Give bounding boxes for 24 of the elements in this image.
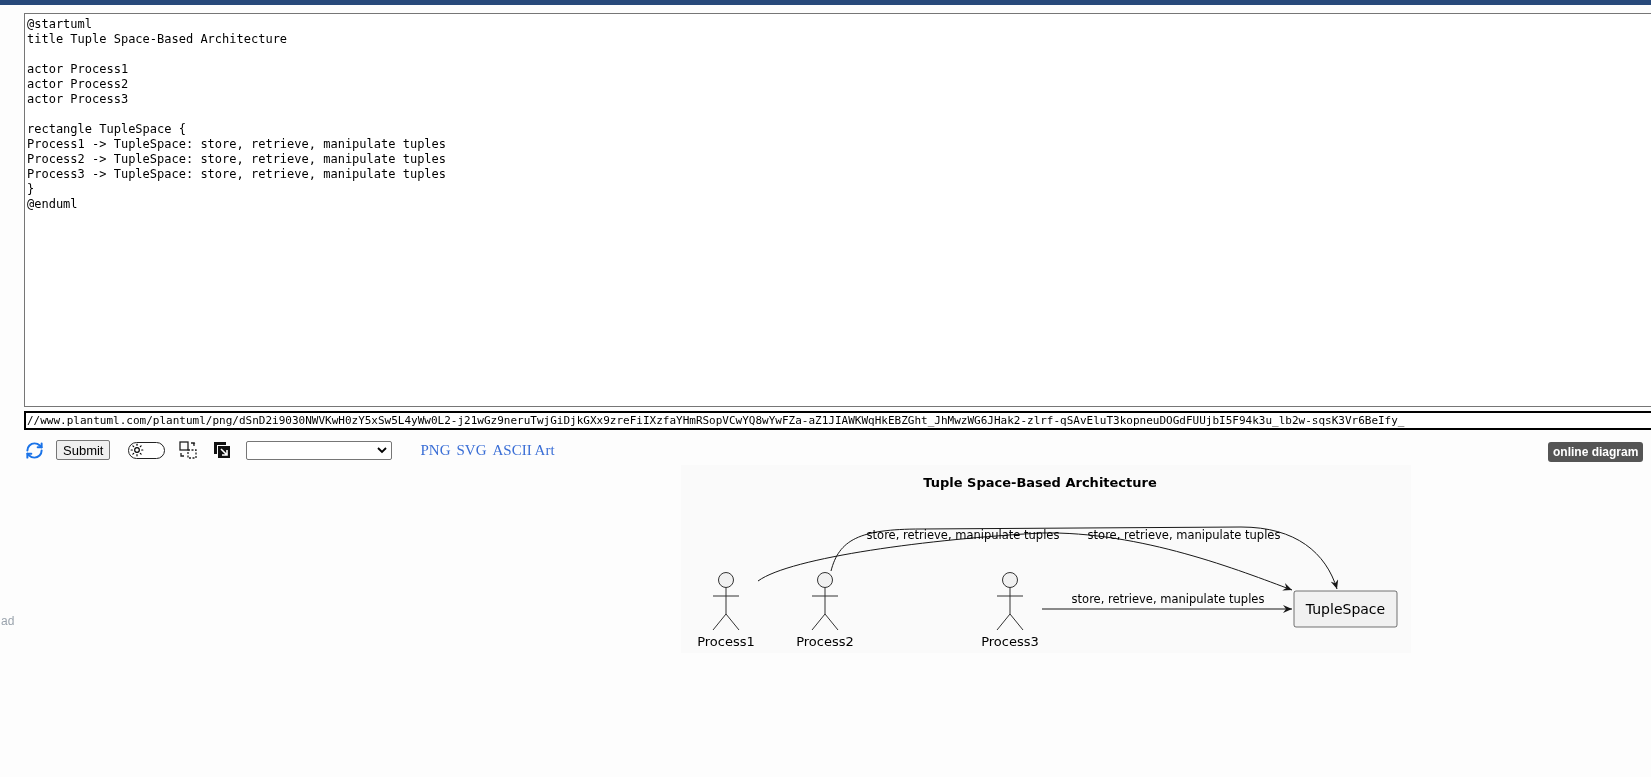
chevron-icon: [377, 446, 388, 454]
url-field[interactable]: //www.plantuml.com/plantuml/png/dSnD2i9030NWVKwH0zY5xSw5L4yWw0L2-j21wGz9neruTwjGiDjkGXx9zreFiIXzfaYHmRSopVCwYQ8wYwFZa-aZ1JIAWKWqHkEBZGht_JhMwzWG6JHak2-zlrf-qSAvEluT3kopneuDOGdFUUjbI5F94k3u_lb2w-sqsK3Vr6BeIfy_: [24, 411, 1651, 430]
code-editor[interactable]: @startuml title Tuple Space-Based Architecture actor Process1 actor Process2 actor Process3 rectangle TupleSpace { Process1 -> TupleSpace: store, retrieve, manipulate tuples Process2 -> TupleSpace: store, retrieve, manipulate tuples Process3 -> TupleSpace: store, retrieve, manipulate tuples } @enduml: [24, 13, 1651, 407]
actor-figure: [712, 572, 740, 631]
actor-label: Process1: [697, 634, 755, 649]
format-link[interactable]: ASCII Art: [492, 441, 555, 459]
refresh-icon[interactable]: [24, 440, 44, 460]
diagram-title: Tuple Space-Based Architecture: [923, 475, 1157, 490]
side-text: ad: [1, 614, 15, 628]
actor-label: Process3: [981, 634, 1039, 649]
submit-button[interactable]: Submit: [56, 440, 111, 460]
arrow-label: store, retrieve, manipulate tuples: [1071, 592, 1265, 606]
window-arrow-icon[interactable]: [212, 440, 233, 460]
online-diagram-badge[interactable]: online diagram: [1548, 442, 1644, 462]
select-field[interactable]: [246, 440, 393, 460]
sun-icon: [130, 443, 145, 457]
actor-figure: [811, 572, 839, 631]
actor-figure: [996, 572, 1024, 631]
node-label: TupleSpace: [1305, 601, 1386, 617]
format-link[interactable]: PNG: [420, 441, 451, 459]
screen-select-icon[interactable]: [178, 440, 199, 460]
theme-toggle[interactable]: [128, 441, 166, 459]
actor-label: Process2: [796, 634, 854, 649]
format-link[interactable]: SVG: [456, 441, 487, 459]
